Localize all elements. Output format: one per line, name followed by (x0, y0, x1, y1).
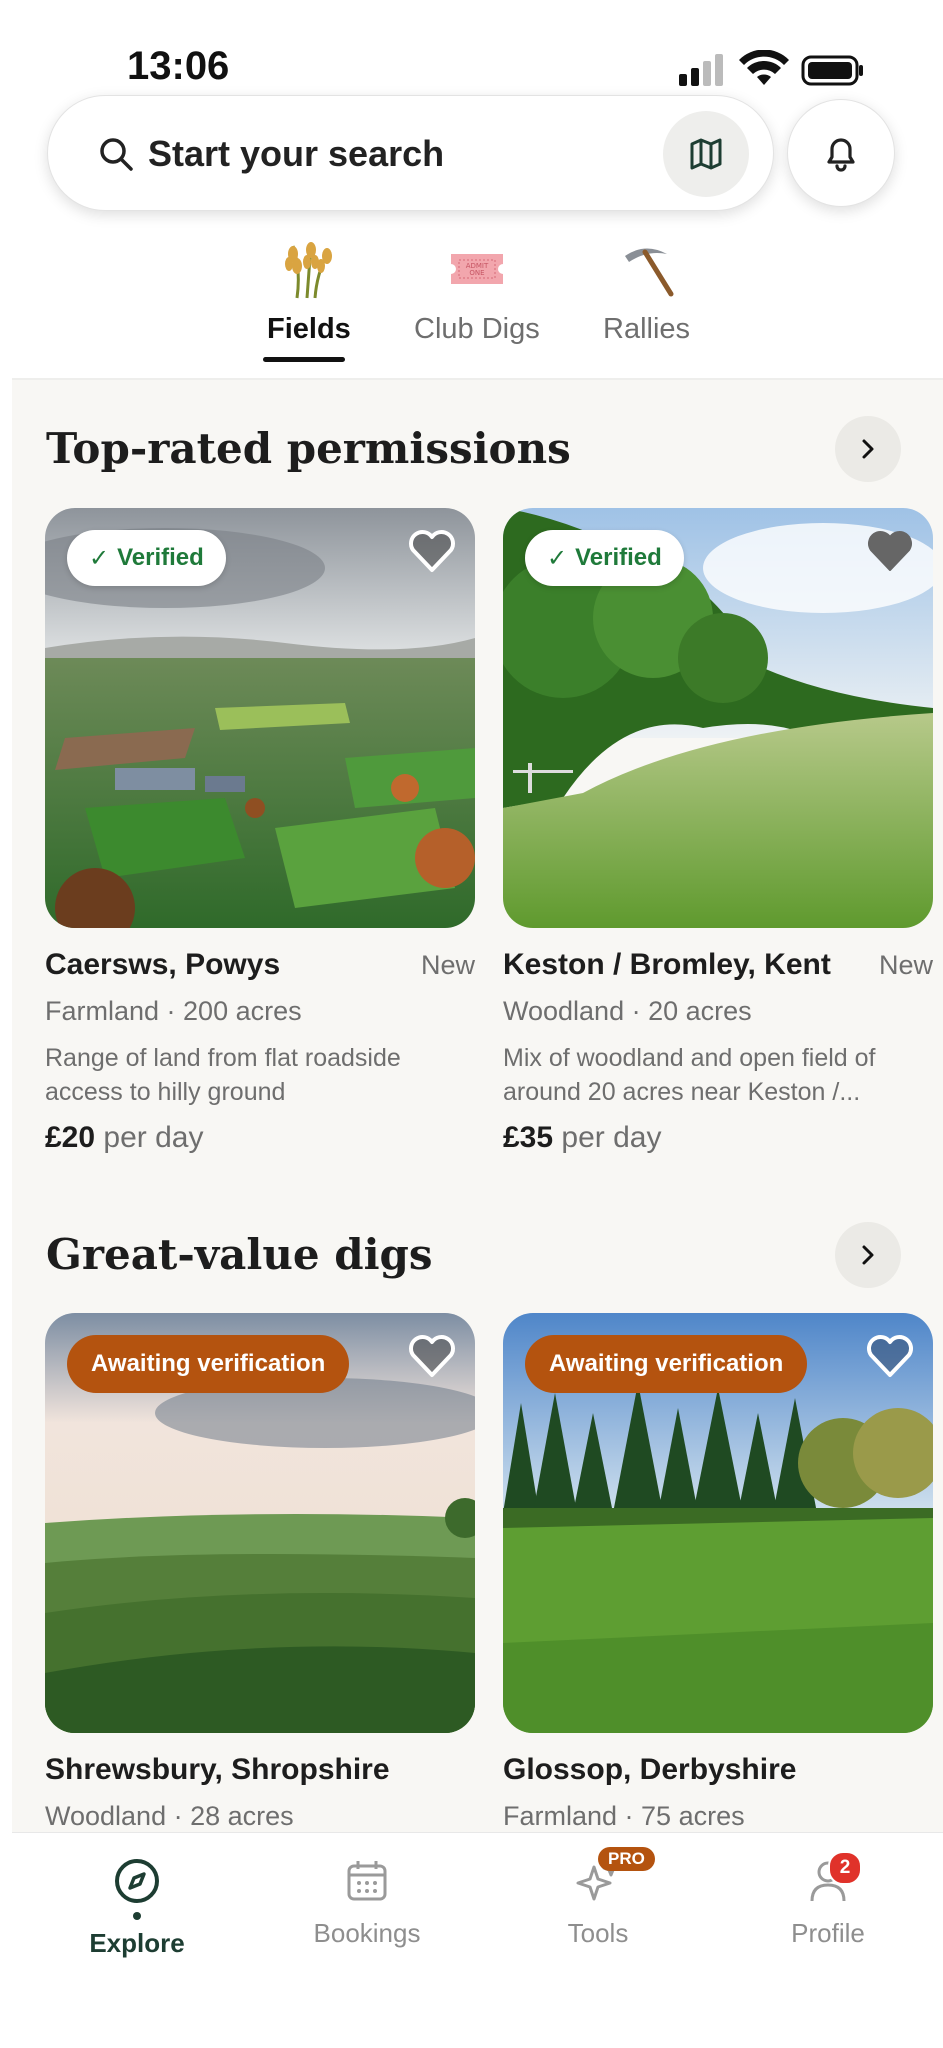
explore-screen: 13:06 Start your search Fields ADMIT ONE… (12, 0, 943, 2048)
listing-meta: Woodland · 20 acres (503, 996, 752, 1026)
tab-bookings[interactable]: Bookings (277, 1857, 457, 1949)
listing-photo: ✓ Verified (503, 508, 933, 928)
notification-count-badge: 2 (828, 1851, 862, 1885)
calendar-icon (347, 1861, 387, 1901)
tab-profile[interactable]: 2 Profile (738, 1851, 918, 1949)
see-all-top-rated-button[interactable] (835, 416, 901, 482)
tab-label: Profile (791, 1918, 865, 1948)
category-label: Fields (267, 313, 351, 345)
tab-tools[interactable]: PRO Tools (508, 1847, 688, 1949)
section-title-great-value: Great-value digs (46, 1230, 433, 1279)
listing-meta: Farmland · 200 acres (45, 996, 302, 1026)
verified-badge: ✓ Verified (67, 530, 226, 586)
listing-card[interactable]: ✓ Verified Keston / Bromley, Kent New Wo… (503, 508, 933, 1155)
listing-card[interactable]: ✓ Verified Caersws, Powys New Farmland ·… (45, 508, 475, 1155)
favorite-heart-icon[interactable] (865, 1333, 915, 1379)
verified-badge: ✓ Verified (525, 530, 684, 586)
listing-photo: ✓ Verified (45, 508, 475, 928)
price-amount: £35 (503, 1121, 554, 1154)
verified-label: Verified (575, 544, 662, 571)
search-placeholder: Start your search (148, 133, 445, 174)
tab-label: Explore (89, 1928, 185, 1958)
listing-price: £35 per day (503, 1121, 933, 1155)
battery-icon (801, 55, 863, 86)
see-all-great-value-button[interactable] (835, 1222, 901, 1288)
active-category-indicator (263, 357, 345, 362)
bell-icon (827, 138, 855, 172)
price-unit: per day (561, 1121, 662, 1154)
compass-icon (115, 1859, 159, 1903)
favorite-heart-icon[interactable] (865, 528, 915, 574)
category-club-digs[interactable]: ADMIT ONE Club Digs (414, 240, 540, 346)
listing-title: Keston / Bromley, Kent (503, 948, 831, 981)
awaiting-verification-badge: Awaiting verification (67, 1335, 350, 1393)
listing-description: Mix of woodland and open field of around… (503, 1044, 876, 1106)
listing-photo: Awaiting verification (45, 1313, 475, 1733)
chevron-right-icon (862, 1245, 874, 1265)
tab-explore[interactable]: Explore (47, 1857, 227, 1959)
check-icon: ✓ (89, 544, 110, 572)
pro-badge: PRO (598, 1847, 655, 1871)
listing-meta: Farmland · 75 acres (503, 1801, 745, 1831)
signal-icon (679, 54, 723, 86)
search-bar[interactable]: Start your search (47, 95, 774, 211)
listing-title: Caersws, Powys (45, 948, 281, 981)
listing-title: Shrewsbury, Shropshire (45, 1753, 390, 1786)
map-icon (690, 138, 722, 170)
map-button[interactable] (663, 111, 749, 197)
listing-photo: Awaiting verification (503, 1313, 933, 1733)
verified-label: Verified (117, 544, 204, 571)
svg-text:ONE: ONE (469, 269, 484, 277)
category-label: Club Digs (414, 313, 540, 345)
favorite-heart-icon[interactable] (407, 528, 457, 574)
active-tab-dot (133, 1912, 141, 1920)
bottom-tab-bar: Explore Bookings PRO Tools 2 Profile (12, 1832, 943, 2048)
listing-card[interactable]: Awaiting verification Shrewsbury, Shrops… (45, 1313, 475, 1832)
search-icon (100, 138, 133, 171)
section-title-top-rated: Top-rated permissions (46, 424, 571, 473)
ticket-icon: ADMIT ONE (450, 254, 503, 284)
listing-card[interactable]: Awaiting verification Glossop, Derbyshir… (503, 1313, 933, 1832)
tab-label: Tools (567, 1918, 629, 1948)
header: 13:06 Start your search Fields ADMIT ONE… (12, 0, 943, 380)
chevron-right-icon (862, 439, 874, 459)
category-rallies[interactable]: Rallies (603, 240, 690, 346)
price-unit: per day (103, 1121, 204, 1154)
wifi-icon (739, 50, 789, 85)
tab-label: Bookings (313, 1918, 421, 1948)
category-label: Rallies (603, 313, 691, 345)
favorite-heart-icon[interactable] (407, 1333, 457, 1379)
listing-price: £20 per day (45, 1121, 475, 1155)
category-fields[interactable]: Fields (267, 240, 351, 346)
listing-meta: Woodland · 28 acres (45, 1801, 294, 1831)
notifications-button[interactable] (787, 99, 895, 207)
listing-title: Glossop, Derbyshire (503, 1753, 797, 1786)
new-tag: New (878, 950, 933, 980)
price-amount: £20 (45, 1121, 96, 1154)
status-icons (679, 50, 863, 86)
new-tag: New (420, 950, 475, 980)
status-time: 13:06 (127, 44, 230, 88)
pickaxe-icon (624, 248, 674, 297)
awaiting-verification-badge: Awaiting verification (525, 1335, 808, 1393)
listing-description: Range of land from flat roadside access … (45, 1044, 401, 1106)
check-icon: ✓ (547, 544, 568, 572)
wheat-icon (284, 242, 332, 299)
